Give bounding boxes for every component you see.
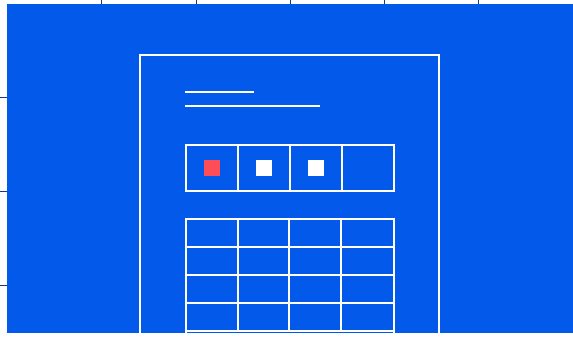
white-square-marker xyxy=(256,160,272,176)
grid-cell xyxy=(187,276,239,304)
title-line-short xyxy=(185,91,254,93)
grid-cell xyxy=(238,304,290,332)
grid-cell xyxy=(290,276,342,304)
grid-cell xyxy=(187,304,239,332)
grid-cell xyxy=(290,220,342,248)
grid-cell xyxy=(341,220,393,248)
marker-row xyxy=(185,144,395,192)
grid-cell xyxy=(341,276,393,304)
white-square-marker xyxy=(308,160,324,176)
grid-cell xyxy=(238,276,290,304)
grid-cell xyxy=(290,304,342,332)
grid-cell xyxy=(187,220,239,248)
grid-cell xyxy=(341,248,393,276)
grid-cell xyxy=(290,248,342,276)
table-grid xyxy=(185,218,395,348)
marker-cell-empty xyxy=(343,146,393,190)
grid-cell xyxy=(238,248,290,276)
marker-cell xyxy=(187,146,239,190)
illustration-canvas xyxy=(0,0,573,348)
marker-cell xyxy=(239,146,291,190)
red-square-marker xyxy=(204,160,220,176)
grid-cell xyxy=(187,248,239,276)
title-line-long xyxy=(185,105,320,107)
ruler-tick-left xyxy=(0,97,7,98)
ruler-tick-left xyxy=(0,285,7,286)
grid-cell xyxy=(341,304,393,332)
grid-cell xyxy=(238,220,290,248)
ruler-tick-left xyxy=(0,191,7,192)
marker-cell xyxy=(291,146,343,190)
